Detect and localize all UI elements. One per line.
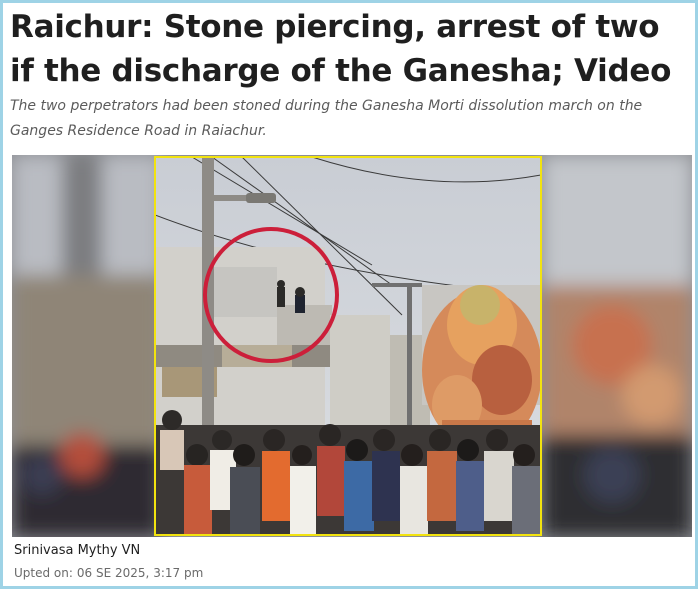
article-headline[interactable]: Raichur: Stone piercing, arrest of two i… xyxy=(10,5,690,93)
updated-value: 06 SE 2025, 3:17 pm xyxy=(76,566,204,580)
blurred-right-background xyxy=(542,155,692,537)
updated-label: Upted on: xyxy=(14,566,73,580)
main-video-scene xyxy=(155,157,541,535)
updated-date: Upted on: 06 SE 2025, 3:17 pm xyxy=(14,566,207,580)
video-frame-illustration xyxy=(12,155,692,537)
article-subtitle: The two perpetrators had been stoned dur… xyxy=(10,98,643,139)
author-name[interactable]: Srinivasa Mythy VN xyxy=(14,543,140,558)
article-video-thumbnail[interactable] xyxy=(12,155,692,537)
article-card: Raichur: Stone piercing, arrest of two i… xyxy=(0,0,698,589)
blurred-left-background xyxy=(12,155,162,537)
